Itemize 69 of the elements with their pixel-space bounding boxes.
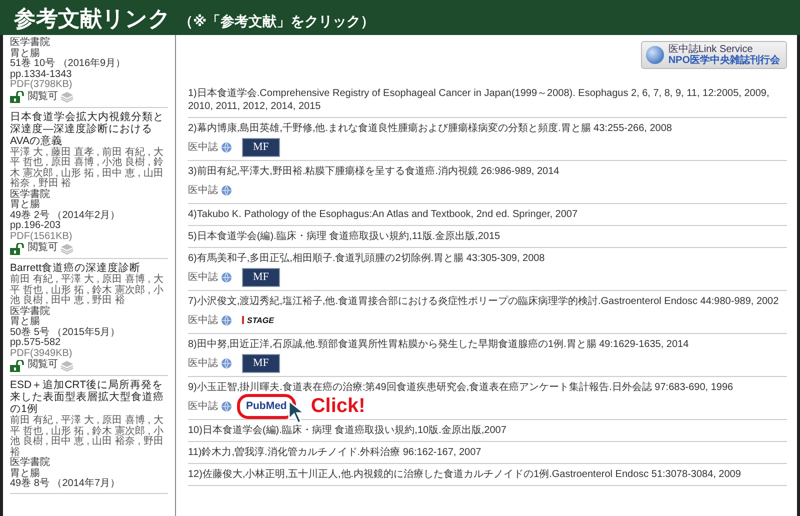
globe-icon (221, 400, 232, 412)
access-label: 閲覧可 (28, 360, 58, 371)
globe-icon (221, 142, 232, 152)
publisher-name: 医学書院 (10, 306, 51, 316)
globe-icon (221, 314, 232, 326)
reference-link[interactable]: 3)前田有紀,平澤大,野田裕.粘膜下腫瘍様を呈する食道癌.消内視鏡 26:986-989, 2014 (188, 165, 787, 178)
callout-text: Click! (310, 396, 366, 416)
reference-link[interactable]: 9)小玉正智,掛川暉夫.食道表在癌の治療:第49回食道疾患研究会,食道表在癌アンケート集計報告.日外会誌 97:683-690, 1996 (188, 381, 787, 394)
medical-finder-badge[interactable]: MF (242, 354, 280, 372)
medical-finder-badge[interactable]: MF (242, 138, 280, 156)
reference-link[interactable]: 7)小沢俊文,渡辺秀紀,塩江裕子,他.食道胃接合部における炎症性ポリープの臨床病理学的検討.Gastroenterol Endosc 44:980-989, 2002 (188, 295, 787, 308)
pdf-link[interactable]: PDF(1561KB) (10, 232, 168, 242)
logo-subtitle: NPO医学中央雑誌刊行会 (668, 55, 780, 66)
page-range: pp.1334-1343 (10, 70, 73, 80)
reference-link[interactable]: 2)幕内博康,島田英雄,千野修,他.まれな食道良性腫瘍および腫瘍様病変の分類と頻度.胃と腸 43:255-266, 2008 (188, 122, 787, 135)
globe-icon (221, 358, 232, 368)
instruction-note: （※「参考文献」をクリック） (179, 13, 375, 31)
publisher-name: 医学書院 (10, 190, 51, 200)
journal-name: 胃と腸 (10, 468, 40, 478)
journal-name: 胃と腸 (10, 200, 40, 210)
reference-link[interactable]: 4)Takubo K. Pathology of the Esophagus:An Atlas and Textbook, 2nd ed. Springer, 2007 (188, 208, 787, 221)
page-range: pp.196-203 (10, 221, 62, 232)
pubmed-link[interactable]: PubMed (242, 398, 291, 414)
globe-icon (221, 272, 232, 282)
journal-name: 胃と腸 (10, 317, 40, 327)
reference-link[interactable]: 8)田中努,田近正洋,石原誠,他.頸部食道異所性胃粘膜から発生した早期食道腺癌の1例.胃と腸 49:1629-1635, 2014 (188, 338, 787, 351)
issue-info: 50巻 5号 （2015年5月） (10, 328, 122, 338)
ichushi-link[interactable]: 医中誌 (188, 400, 218, 412)
lock-open-icon (10, 242, 26, 254)
ichushi-link[interactable]: 医中誌 (188, 314, 218, 326)
author-list: 前田 有紀 , 平澤 大 , 原田 喜博 , 大平 哲也 , 山形 拓 , 鈴木 憲次郎 , 小池 良樹 , 田中 恵 , 野田 裕 (10, 275, 168, 306)
page-range: pp.575-582 (10, 338, 62, 348)
reference-link[interactable]: 12)佐藤俊大,小林正明,五十川正人,他.内視鏡的に治療した食道カルチノイドの1例.Gastroenterol Endosc 51:3078-3084, 2009 (188, 468, 787, 481)
reference-link[interactable]: 6)有馬美和子,多田正弘,相田順子.食道乳頭腫の2切除例.胃と腸 43:305-309, 2008 (188, 252, 787, 265)
author-list: 前田 有紀 , 平澤 大 , 原田 喜博 , 大平 哲也 , 山形 拓 , 鈴木 憲次郎 , 小池 良樹 , 田中 恵 , 山田 裕奈 , 野田裕 (10, 416, 168, 458)
ichushi-link[interactable]: 医中誌 (188, 184, 218, 196)
issue-info: 51巻 10号 （2016年9月） (10, 59, 127, 70)
ichushi-link[interactable]: 医中誌 (188, 140, 218, 154)
globe-icon (646, 46, 664, 64)
reference-link[interactable]: 11)鈴木力,曽我淳.消化管カルチノイド.外科治療 96:162-167, 2007 (188, 446, 787, 459)
globe-icon (221, 184, 232, 196)
logo-title: 医中誌Link Service (668, 44, 753, 55)
stack-icon (60, 91, 74, 103)
ichushi-link[interactable]: 医中誌 (188, 270, 218, 284)
publisher-name: 医学書院 (10, 38, 51, 48)
ichushi-link[interactable]: 医中誌 (188, 356, 218, 370)
access-label: 閲覧可 (28, 243, 58, 254)
reference-link[interactable]: 10)日本食道学会(編).臨床・病理 食道癌取扱い規約,10版.金原出版,2007 (188, 424, 787, 437)
issue-info: 49巻 8号 （2014年7月） (10, 479, 122, 490)
pdf-link[interactable]: PDF(3949KB) (10, 348, 168, 359)
page-title: 参考文献リンク (14, 5, 171, 33)
lock-open-icon (10, 360, 26, 372)
article-title-link[interactable]: Barrett食道癌の深達度診断 (10, 262, 168, 274)
reference-link[interactable]: 5)日本食道学会(編).臨床・病理 食道癌取扱い規約,11版.金原出版,2015 (188, 230, 787, 243)
medical-finder-badge[interactable]: MF (242, 268, 280, 286)
author-list: 平澤 大 , 藤田 直孝 , 前田 有紀 , 大平 哲也 , 原田 喜博 , 小池 良樹 , 鈴木 憲次郎 , 山形 拓 , 田中 恵 , 山田裕奈 , 野田 裕 (10, 148, 168, 190)
pdf-link[interactable]: PDF(3798KB) (10, 80, 168, 90)
article-title-link[interactable]: ESD＋追加CRT後に局所再発を来した表面型表層拡大型食道癌の1例 (10, 379, 168, 415)
lock-open-icon (10, 91, 26, 103)
stack-icon (60, 242, 74, 254)
publisher-name: 医学書院 (10, 458, 51, 468)
jstage-link[interactable]: STAGE (242, 314, 274, 326)
journal-name: 胃と腸 (10, 48, 41, 58)
issue-info: 49巻 2号 （2014年2月） (10, 210, 122, 221)
stack-icon (60, 360, 74, 372)
reference-link[interactable]: 1)日本食道学会.Comprehensive Registry of Esophageal Cancer in Japan(1999～2008). Esophagus 2, 6, 7, 8, 9, 11, 12:2005, 2009, 2010, 2011, 2012, 2014, 2015 (188, 87, 787, 113)
access-label: 閲覧可 (28, 92, 58, 102)
service-logo[interactable]: 医中誌Link Service NPO医学中央雑誌刊行会 (641, 41, 787, 69)
article-title-link[interactable]: 日本食道学会拡大内視鏡分類と深達度―深達度診断におけるAVAの意義 (10, 110, 168, 146)
